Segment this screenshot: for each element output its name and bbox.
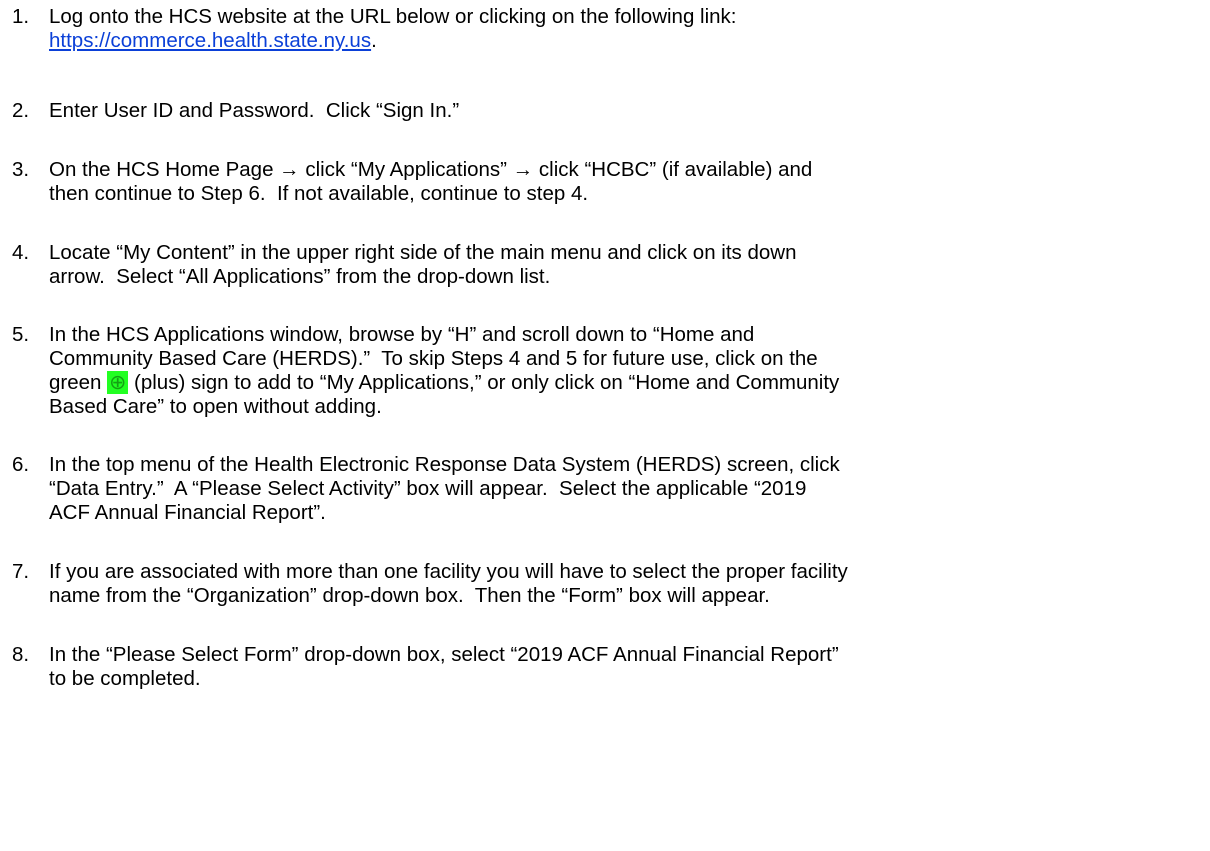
line-end: (plus) sign to add to “My Applications,”… — [128, 371, 840, 394]
step-text-line: green ⊕ (plus) sign to add to “My Applic… — [49, 371, 839, 395]
step-text-line: On the HCS Home Page → click “My Applica… — [49, 158, 813, 181]
step-text-line: then continue to Step 6. If not availabl… — [49, 182, 589, 205]
step-text-line: If you are associated with more than one… — [49, 560, 848, 583]
step-text-line: Community Based Care (HERDS).” To skip S… — [49, 347, 818, 370]
step-text-line: In the “Please Select Form” drop-down bo… — [49, 643, 839, 666]
step-link-line: https://commerce.health.state.ny.us. — [49, 29, 377, 53]
step-text-line: Enter User ID and Password. Click “Sign … — [49, 99, 460, 122]
plus-icon: ⊕ — [107, 371, 129, 394]
step-text-line: name from the “Organization” drop-down b… — [49, 584, 770, 607]
step-number: 2. — [12, 99, 30, 122]
step-text-line: “Data Entry.” A “Please Select Activity”… — [49, 477, 807, 500]
step-number: 8. — [12, 643, 30, 666]
step-text-line: In the top menu of the Health Electronic… — [49, 453, 840, 476]
step-number: 1. — [12, 5, 30, 28]
step-text-line: Log onto the HCS website at the URL belo… — [49, 5, 737, 28]
step-number: 5. — [12, 323, 30, 346]
step-number: 3. — [12, 158, 30, 181]
line-start: green — [49, 371, 108, 394]
link-suffix: . — [371, 29, 377, 52]
hcs-website-link[interactable]: https://commerce.health.state.ny.us — [49, 29, 371, 52]
step-text-line: arrow. Select “All Applications” from th… — [49, 265, 551, 288]
step-text-line: Locate “My Content” in the upper right s… — [49, 241, 797, 264]
step-number: 7. — [12, 560, 30, 583]
step-text-line: ACF Annual Financial Report”. — [49, 501, 326, 524]
step-text-line: to be completed. — [49, 667, 201, 690]
step-text-line: In the HCS Applications window, browse b… — [49, 323, 755, 346]
step-text-line: Based Care” to open without adding. — [49, 395, 382, 418]
step-number: 4. — [12, 241, 30, 264]
step-number: 6. — [12, 453, 30, 476]
